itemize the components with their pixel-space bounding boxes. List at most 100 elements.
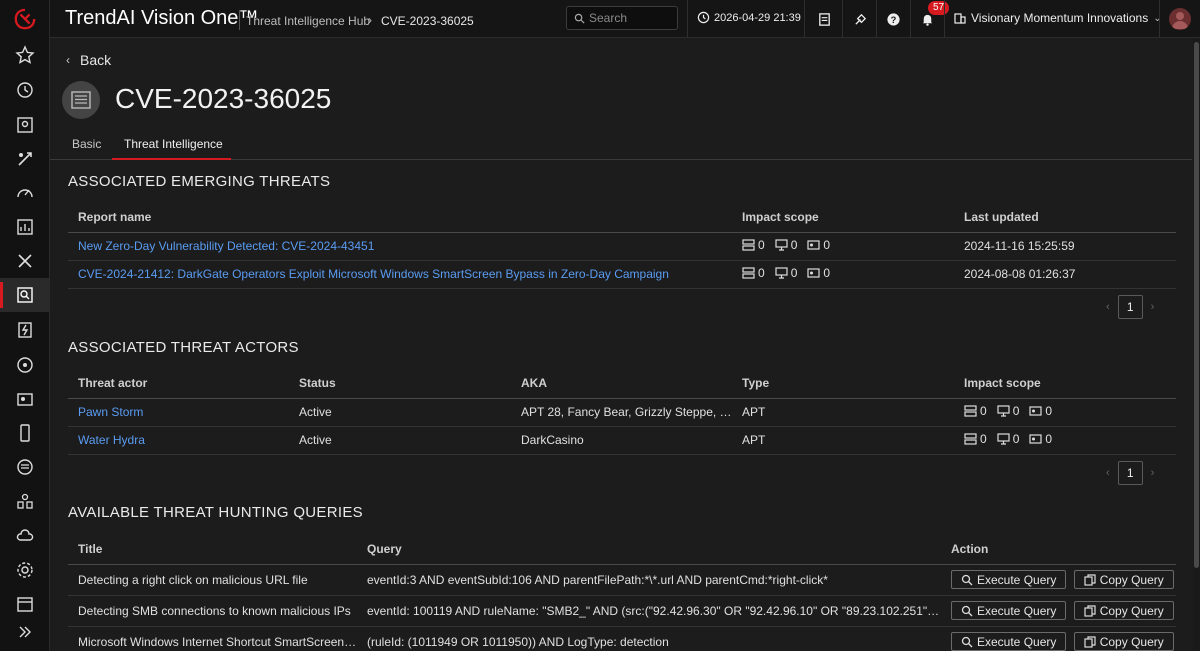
chevron-down-icon: ⌄ <box>1153 12 1162 24</box>
next-page-icon[interactable]: › <box>1151 467 1155 479</box>
tab-threat-intelligence[interactable]: Threat Intelligence <box>124 137 223 151</box>
threat-actor-link[interactable]: Water Hydra <box>78 433 145 447</box>
page-number-button[interactable]: 1 <box>1117 461 1143 485</box>
next-page-icon[interactable]: › <box>1151 301 1155 313</box>
back-button[interactable]: ‹ Back <box>66 52 111 68</box>
table-row: New Zero-Day Vulnerability Detected: CVE… <box>68 232 1176 261</box>
server-icon <box>742 239 755 251</box>
account-count: 0 <box>1045 404 1053 418</box>
back-label: Back <box>80 52 112 68</box>
table-header-row: Title Query Action <box>68 535 1176 565</box>
history-icon[interactable] <box>0 73 50 107</box>
report-link[interactable]: CVE-2024-21412: DarkGate Operators Explo… <box>78 267 669 281</box>
datetime-display[interactable]: 2026-04-29 21:39 <box>697 11 801 24</box>
cloud-icon[interactable] <box>0 519 50 553</box>
organization-switcher[interactable]: Visionary Momentum Innovations ⌄ <box>954 11 1162 25</box>
copy-query-button[interactable]: Copy Query <box>1073 632 1174 651</box>
reports-icon[interactable] <box>0 210 50 244</box>
emerging-threats-table: Report name Impact scope Last updated Ne… <box>68 203 1176 289</box>
desktop-count: 0 <box>790 266 798 280</box>
datetime-text: 2026-04-29 21:39 <box>714 11 801 24</box>
table-row: Water Hydra Active DarkCasino APT 0 0 0 <box>68 426 1176 455</box>
speed-gauge-icon[interactable] <box>0 176 50 210</box>
email-icon[interactable] <box>0 450 50 484</box>
zero-trust-icon[interactable] <box>0 313 50 347</box>
copy-icon <box>1084 573 1096 586</box>
execute-query-button[interactable]: Execute Query <box>951 601 1067 620</box>
server-icon <box>964 433 977 445</box>
impact-scope: 0 0 0 <box>742 266 836 280</box>
desktop-icon <box>775 239 788 251</box>
tab-basic[interactable]: Basic <box>72 137 101 151</box>
impact-scope: 0 0 0 <box>964 432 1058 446</box>
page-number-button[interactable]: 1 <box>1117 295 1143 319</box>
column-header[interactable]: Title <box>68 535 357 565</box>
hunting-queries-table: Title Query Action Detecting a right cli… <box>68 535 1176 651</box>
threat-actor-link[interactable]: Pawn Storm <box>78 405 143 419</box>
copy-icon <box>1084 635 1096 648</box>
search-icon <box>961 574 973 585</box>
column-header[interactable]: Last updated <box>954 203 1176 233</box>
product-brand[interactable]: TrendAI Vision One™ <box>65 7 258 30</box>
column-header[interactable]: Query <box>357 535 941 565</box>
execute-query-button[interactable]: Execute Query <box>951 632 1067 651</box>
column-header[interactable]: Impact scope <box>732 203 954 233</box>
scrollbar-thumb[interactable] <box>1194 42 1199 568</box>
expand-icon[interactable] <box>0 615 50 649</box>
report-link[interactable]: New Zero-Day Vulnerability Detected: CVE… <box>78 239 374 253</box>
column-header[interactable]: Type <box>732 369 954 399</box>
table-header-row: Report name Impact scope Last updated <box>68 203 1176 233</box>
notes-icon[interactable] <box>815 10 833 28</box>
section-title-hunting-queries: AVAILABLE THREAT HUNTING QUERIES <box>68 504 363 521</box>
risk-map-icon[interactable] <box>0 108 50 142</box>
actor-type: APT <box>732 398 954 427</box>
prev-page-icon[interactable]: ‹ <box>1106 467 1110 479</box>
actor-status: Active <box>289 426 511 455</box>
column-header[interactable]: Status <box>289 369 511 399</box>
column-header[interactable]: Impact scope <box>954 369 1176 399</box>
tools-icon[interactable] <box>851 10 869 28</box>
identity-icon[interactable] <box>0 382 50 416</box>
xdr-icon[interactable] <box>0 244 50 278</box>
vertical-scrollbar[interactable] <box>1193 38 1200 651</box>
threat-intelligence-icon[interactable] <box>0 278 50 312</box>
settings-icon[interactable] <box>0 553 50 587</box>
column-header[interactable]: AKA <box>511 369 732 399</box>
copy-query-label: Copy Query <box>1099 572 1164 587</box>
page-title: CVE-2023-36025 <box>115 83 332 114</box>
column-header[interactable]: Threat actor <box>68 369 289 399</box>
notification-badge: 57 <box>928 1 950 15</box>
copy-query-label: Copy Query <box>1099 634 1164 649</box>
copy-query-button[interactable]: Copy Query <box>1073 601 1174 620</box>
trend-logo-icon[interactable] <box>14 8 36 30</box>
table-row: Microsoft Windows Internet Shortcut Smar… <box>68 626 1176 651</box>
search-box[interactable] <box>566 6 678 30</box>
server-count: 0 <box>980 404 987 418</box>
workflow-icon[interactable] <box>0 485 50 519</box>
divider <box>944 0 945 38</box>
attack-surface-icon[interactable] <box>0 142 50 176</box>
table-row: Detecting a right click on malicious URL… <box>68 564 1176 596</box>
copy-query-button[interactable]: Copy Query <box>1073 570 1174 589</box>
breadcrumb-threat-intelligence-hub[interactable]: Threat Intelligence Hub <box>246 14 370 28</box>
execute-query-button[interactable]: Execute Query <box>951 570 1067 589</box>
mobile-icon[interactable] <box>0 416 50 450</box>
search-input[interactable] <box>589 11 669 25</box>
table-row: CVE-2024-21412: DarkGate Operators Explo… <box>68 260 1176 289</box>
user-avatar[interactable] <box>1169 8 1191 30</box>
help-icon[interactable]: ? <box>884 10 902 28</box>
divider <box>1159 0 1160 38</box>
svg-text:?: ? <box>890 14 896 24</box>
divider <box>687 0 688 38</box>
favorites-icon[interactable] <box>0 38 50 72</box>
breadcrumb-current: CVE-2023-36025 <box>381 14 474 28</box>
column-header[interactable]: Report name <box>68 203 732 233</box>
divider <box>876 0 877 38</box>
network-icon[interactable] <box>0 348 50 382</box>
account-count: 0 <box>823 266 831 280</box>
actor-aka: DarkCasino <box>511 426 732 455</box>
prev-page-icon[interactable]: ‹ <box>1106 301 1110 313</box>
account-count: 0 <box>823 238 831 252</box>
impact-scope: 0 0 0 <box>742 238 836 252</box>
chevron-left-icon: ‹ <box>66 53 70 67</box>
